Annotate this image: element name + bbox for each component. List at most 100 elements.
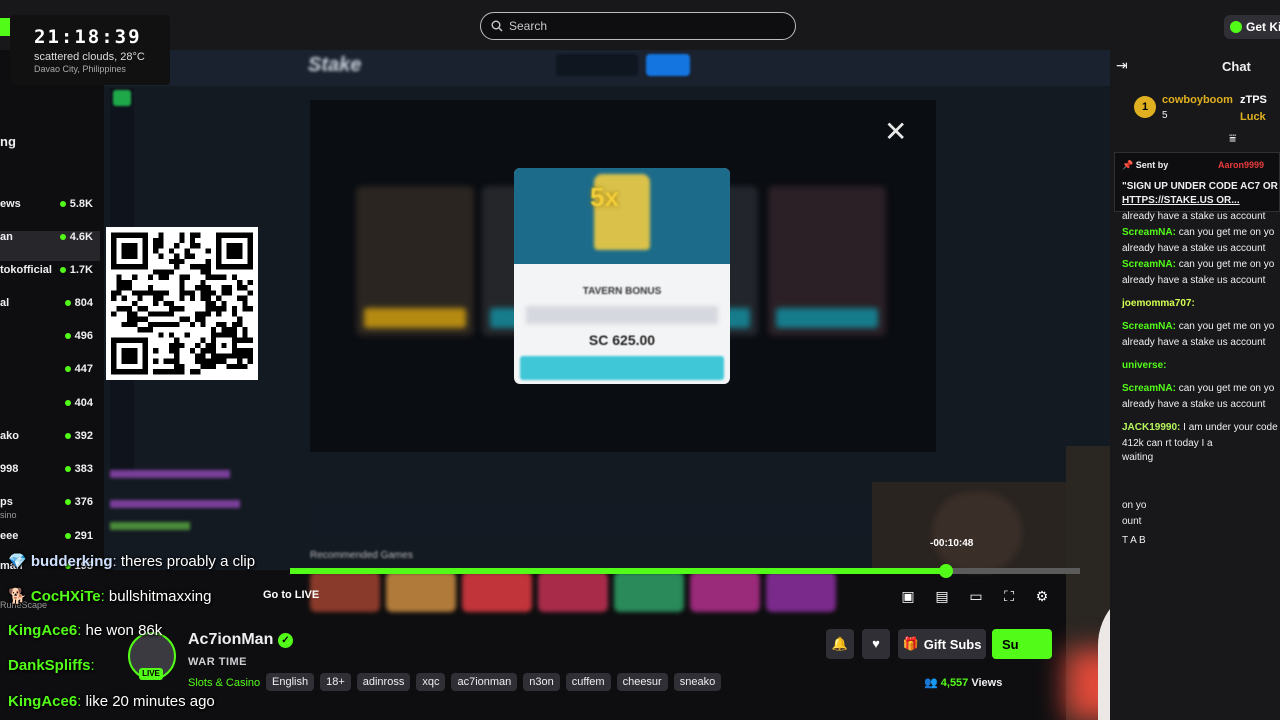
sidebar-item[interactable]: 404 — [0, 397, 100, 427]
sidebar-item-viewers: 804 — [64, 297, 93, 309]
qr-module — [126, 279, 133, 286]
notifications-button[interactable]: 🔔 — [826, 629, 854, 659]
chat-message: universe: — [1122, 358, 1280, 374]
qr-module — [163, 358, 169, 364]
sidebar-item[interactable]: 496 — [0, 330, 100, 360]
qr-module — [179, 342, 185, 349]
chat-message: ScreamNA: can you get me on yo — [1122, 319, 1280, 335]
game-info-bar — [310, 508, 936, 532]
qr-module — [221, 342, 227, 349]
overlay-chat-message: 💎 budderking: theres proably a clip — [8, 552, 255, 570]
theater-icon[interactable]: ▭ — [966, 586, 986, 606]
qr-module — [163, 274, 169, 280]
sidebar-item[interactable]: 447 — [0, 363, 100, 393]
stream-tag[interactable]: cuffem — [565, 673, 611, 691]
sidebar-item[interactable]: 998 383 — [0, 463, 100, 493]
qr-module — [221, 321, 227, 328]
qr-module — [174, 353, 180, 359]
game-thumb — [462, 572, 532, 612]
leaderboard-name[interactable]: cowboyboom — [1162, 94, 1233, 106]
live-dot-icon — [64, 533, 71, 539]
qr-module — [247, 353, 253, 359]
overlay-chat-text: bullshitmaxxing — [104, 588, 212, 605]
filter-icon[interactable]: ⩸ — [1229, 131, 1236, 146]
sidebar-item-name: ps — [0, 496, 13, 508]
search-input[interactable]: Search — [480, 12, 796, 40]
qr-module — [174, 348, 180, 354]
qr-module — [147, 290, 154, 296]
qr-module — [205, 269, 211, 275]
get-kick-button[interactable]: Get Ki — [1224, 15, 1280, 39]
stream-title: WAR TIME — [188, 656, 247, 668]
stream-tag[interactable]: adinross — [356, 673, 411, 691]
subscribe-button[interactable]: Su — [992, 629, 1052, 659]
sidebar-item-name: tokofficial — [0, 264, 52, 276]
pip-icon[interactable]: ▣ — [898, 586, 918, 606]
chat-message-text: already have a stake us account — [1122, 243, 1266, 254]
qr-module — [237, 285, 243, 291]
qr-module — [116, 279, 122, 286]
qr-module — [242, 300, 248, 307]
chat-message-user[interactable]: universe: — [1122, 360, 1166, 371]
qr-module — [126, 321, 133, 328]
qr-module — [195, 285, 201, 291]
go-to-live-button[interactable]: Go to LIVE — [263, 589, 319, 601]
chat-message-text: can you get me on yo — [1175, 383, 1275, 394]
qr-module — [153, 300, 159, 307]
stream-tag[interactable]: ac7ionman — [451, 673, 518, 691]
stream-tag[interactable]: n3on — [523, 673, 560, 691]
stream-tag[interactable]: 18+ — [320, 673, 351, 691]
sidebar-item[interactable]: ps sino 376 — [0, 496, 100, 526]
follow-button[interactable]: ♥ — [862, 629, 890, 659]
chat-message-text: 412k can rt today I a — [1122, 438, 1213, 449]
qr-module — [137, 295, 143, 301]
pinned-body: "SIGN UP UNDER CODE AC7 OR HTTPS://STAKE… — [1122, 180, 1280, 208]
pinned-sent-by: 📌 Sent by — [1122, 160, 1168, 171]
live-dot-icon — [59, 201, 66, 207]
qr-module — [121, 279, 127, 286]
sidebar-item-viewers: 5.8K — [59, 198, 93, 210]
stream-tag[interactable]: English — [266, 673, 315, 691]
gift-subs-button[interactable]: 🎁 Gift Subs — [898, 629, 986, 659]
badge-icon: 🐕 — [8, 588, 31, 605]
sidebar-item[interactable]: ews 5.8K — [0, 198, 100, 228]
chat-message-user[interactable]: ScreamNA: — [1122, 321, 1176, 332]
stream-tag[interactable]: xqc — [416, 673, 446, 691]
clip-icon[interactable]: ▤ — [932, 586, 952, 606]
sidebar-item[interactable]: al 804 — [0, 297, 100, 327]
sidebar-item[interactable]: an 4.6K — [0, 231, 100, 261]
sidebar-item-count: 5.8K — [69, 198, 93, 210]
chat-message-user[interactable]: joemomma707: — [1122, 298, 1195, 309]
chat-message-text: on yo — [1122, 500, 1147, 511]
leaderboard-second[interactable]: zTPS — [1240, 94, 1267, 106]
chat-message-user[interactable]: ScreamNA: — [1122, 227, 1176, 238]
qr-module — [242, 348, 248, 354]
qr-module — [158, 232, 164, 238]
collapse-chat-icon[interactable]: ⇥ — [1116, 57, 1128, 74]
leaderboard-third[interactable]: Luck — [1240, 111, 1266, 123]
pinned-link[interactable]: HTTPS://STAKE.US OR... — [1122, 195, 1240, 206]
seek-handle[interactable] — [939, 564, 953, 578]
streamer-name[interactable]: Ac7ionMan — [188, 631, 273, 649]
qr-module — [216, 321, 222, 328]
chat-message-text: already have a stake us account — [1122, 275, 1266, 286]
sidebar-item[interactable]: ako 392 — [0, 430, 100, 460]
sidebar-item[interactable]: tokofficial 1.7K — [0, 264, 100, 294]
qr-module — [121, 295, 127, 301]
qr-module — [163, 321, 169, 328]
qr-module — [153, 369, 159, 375]
qr-module — [126, 316, 133, 322]
fullscreen-icon[interactable]: ⛶ — [999, 586, 1019, 606]
chat-message-user[interactable]: ScreamNA: — [1122, 383, 1176, 394]
chat-message-user[interactable]: ScreamNA: — [1122, 259, 1176, 270]
qr-module — [189, 253, 196, 259]
qr-module — [163, 269, 169, 275]
settings-icon[interactable]: ⚙ — [1032, 586, 1052, 606]
sidebar-item-viewers: 383 — [64, 463, 93, 475]
stream-tag[interactable]: sneako — [673, 673, 722, 691]
chat-message-user[interactable]: JACK19990: — [1122, 422, 1180, 433]
qr-module — [168, 348, 175, 354]
stream-category[interactable]: Slots & Casino — [188, 677, 260, 689]
qr-module — [121, 285, 127, 291]
stream-tag[interactable]: cheesur — [616, 673, 668, 691]
